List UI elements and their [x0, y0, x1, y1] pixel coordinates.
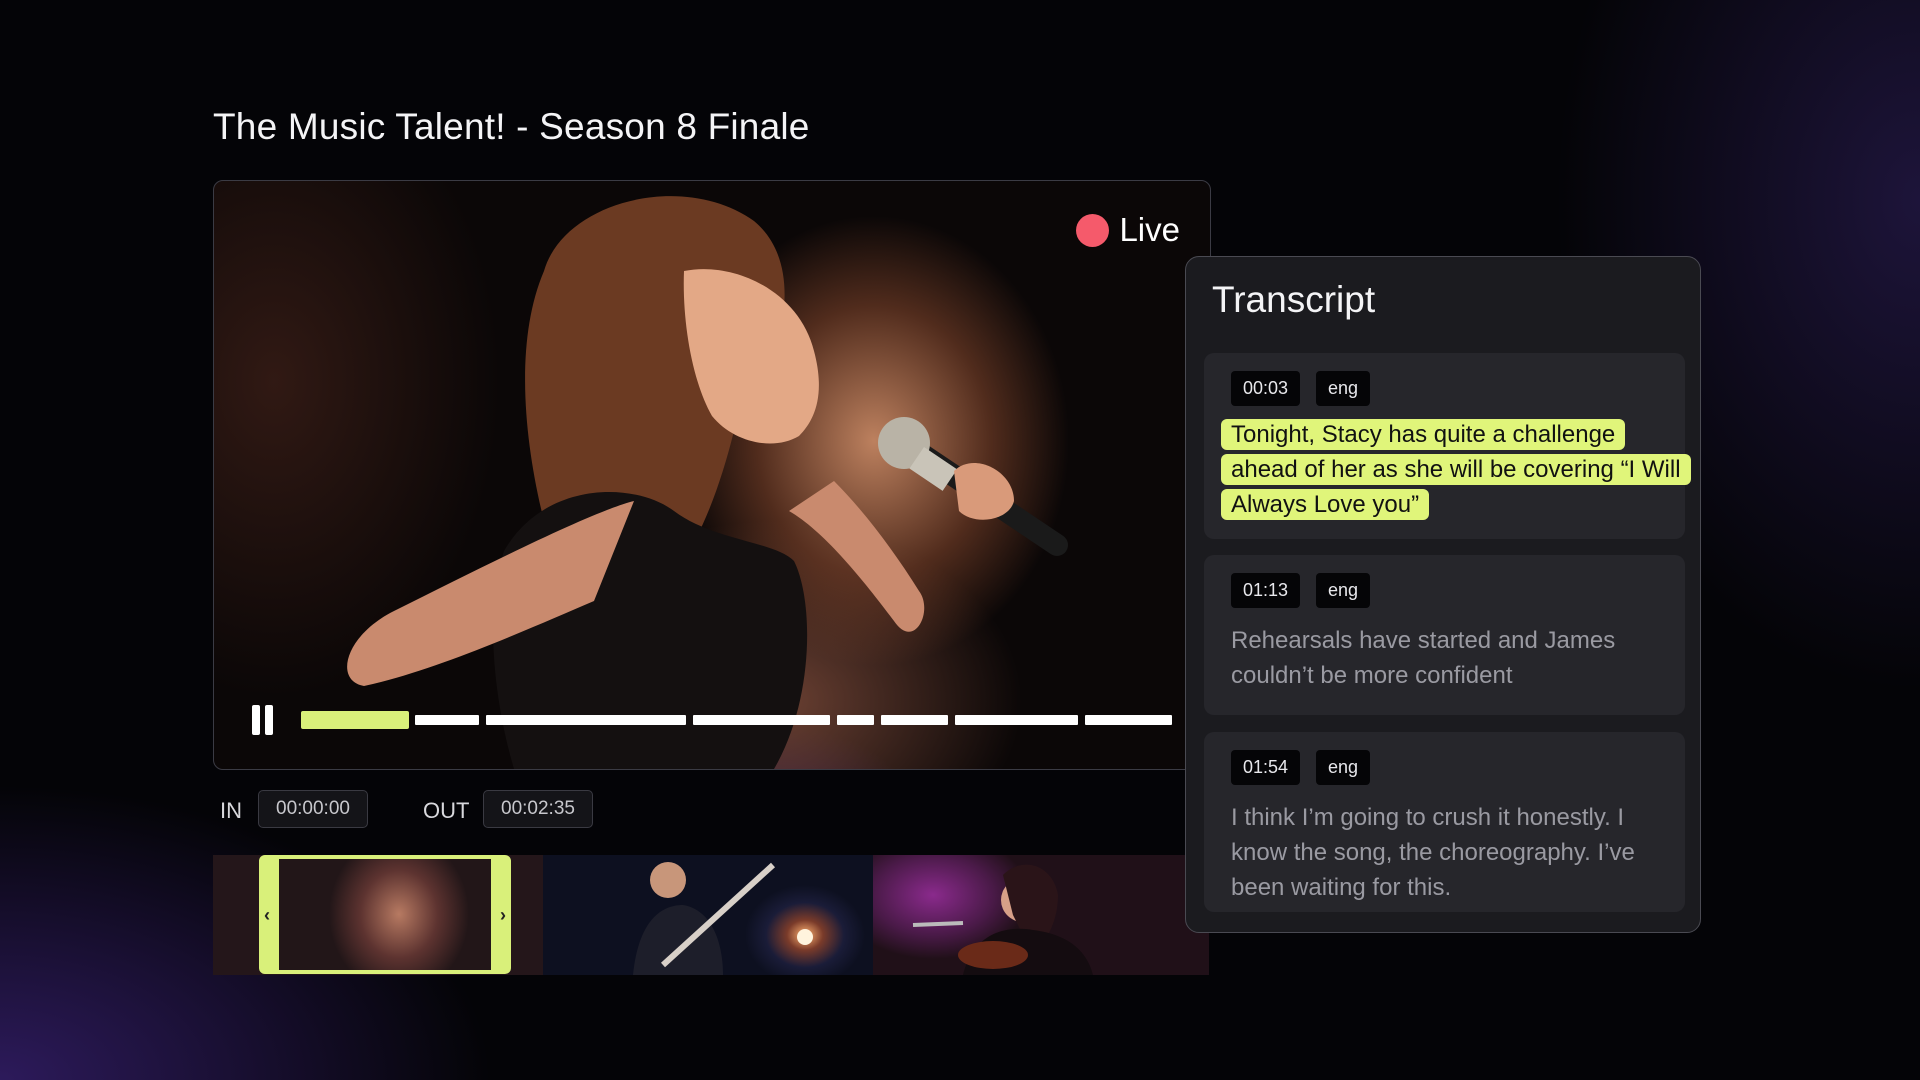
- timeline-segment[interactable]: [881, 715, 948, 725]
- clip-thumbnail-guitarist[interactable]: [543, 855, 873, 975]
- guitarist-thumbnail-art: [633, 862, 813, 975]
- highlighted-transcript-text: Tonight, Stacy has quite a challenge ahe…: [1221, 419, 1691, 520]
- language-badge: eng: [1316, 573, 1371, 608]
- timeline-segment[interactable]: [415, 715, 479, 725]
- transcript-panel: Transcript 00:03 eng Tonight, Stacy has …: [1185, 256, 1701, 933]
- timeline-segment[interactable]: [693, 715, 830, 725]
- transcript-entry[interactable]: 01:13 eng Rehearsals have started and Ja…: [1204, 555, 1685, 715]
- out-label: OUT: [423, 798, 470, 823]
- out-time-field[interactable]: 00:02:35: [483, 790, 593, 828]
- performer-right-arm: [789, 481, 925, 632]
- transcript-text: Tonight, Stacy has quite a challenge ahe…: [1221, 417, 1691, 522]
- transcript-text: I think I’m going to crush it honestly. …: [1231, 804, 1635, 901]
- violinist-thumbnail-art: [912, 864, 1093, 975]
- language-badge: eng: [1316, 750, 1371, 785]
- timeline-segment[interactable]: [486, 715, 686, 725]
- live-indicator: Live: [1076, 211, 1180, 249]
- transcript-text: Rehearsals have started and James couldn…: [1231, 627, 1616, 689]
- timestamp-badge: 01:13: [1231, 573, 1301, 608]
- playback-timeline[interactable]: [301, 711, 1172, 729]
- live-dot-icon: [1076, 213, 1110, 247]
- playback-progress: [301, 711, 409, 729]
- clip-thumbnail-violinist[interactable]: [873, 855, 1209, 975]
- timestamp-badge: 01:54: [1231, 750, 1301, 785]
- in-time-field[interactable]: 00:00:00: [258, 790, 368, 828]
- chevron-right-icon[interactable]: ›: [500, 905, 506, 926]
- timeline-segment[interactable]: [1085, 715, 1172, 725]
- timestamp-badge: 00:03: [1231, 371, 1301, 406]
- video-player[interactable]: Live: [213, 180, 1211, 770]
- transcript-title: Transcript: [1212, 279, 1376, 320]
- transcript-entry[interactable]: 00:03 eng Tonight, Stacy has quite a cha…: [1204, 353, 1691, 539]
- transcript-entry[interactable]: 01:54 eng I think I’m going to crush it …: [1204, 732, 1685, 912]
- in-label: IN: [220, 798, 242, 823]
- timeline-segment[interactable]: [955, 715, 1078, 725]
- video-frame: [347, 196, 1068, 769]
- page-title: The Music Talent! - Season 8 Finale: [213, 106, 810, 147]
- language-badge: eng: [1316, 371, 1371, 406]
- chevron-left-icon[interactable]: ‹: [264, 905, 270, 926]
- selected-clip-preview: [279, 859, 491, 970]
- clip-selection-handle[interactable]: ‹ ›: [259, 855, 511, 974]
- pause-icon[interactable]: [250, 705, 276, 735]
- performer-hand: [954, 462, 1014, 520]
- live-label: Live: [1119, 211, 1180, 248]
- timeline-segment[interactable]: [837, 715, 874, 725]
